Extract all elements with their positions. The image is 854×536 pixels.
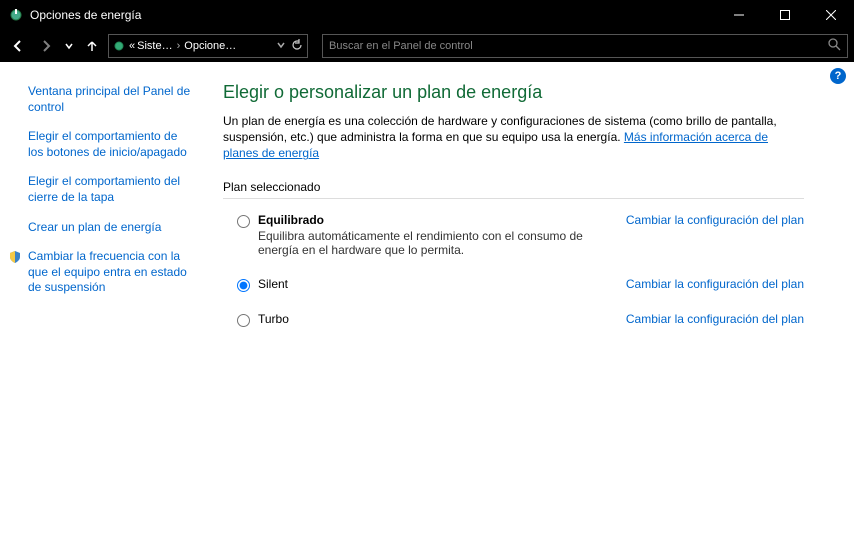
sidebar-power-buttons[interactable]: Elegir el comportamiento de los botones … (28, 129, 191, 160)
window-title: Opciones de energía (30, 8, 716, 22)
plan-radio-turbo[interactable] (237, 314, 250, 327)
plan-name[interactable]: Equilibrado (258, 213, 324, 227)
forward-button[interactable] (34, 34, 58, 58)
content-area: ? Ventana principal del Panel de control… (0, 62, 854, 536)
page-description: Un plan de energía es una colección de h… (223, 113, 804, 162)
change-plan-link[interactable]: Cambiar la configuración del plan (626, 277, 804, 291)
sidebar: Ventana principal del Panel de control E… (0, 62, 205, 536)
sidebar-lid-close[interactable]: Elegir el comportamiento del cierre de l… (28, 174, 191, 205)
power-options-icon (8, 7, 24, 23)
back-button[interactable] (6, 34, 30, 58)
close-button[interactable] (808, 0, 854, 30)
maximize-button[interactable] (762, 0, 808, 30)
breadcrumb-prefix: « (129, 40, 135, 52)
sidebar-sleep-frequency[interactable]: Cambiar la frecuencia con la que el equi… (28, 249, 191, 296)
titlebar: Opciones de energía (0, 0, 854, 30)
main-panel: Elegir o personalizar un plan de energía… (205, 62, 854, 536)
plan-equilibrado: Equilibrado Cambiar la configuración del… (223, 209, 804, 273)
plan-group-label: Plan seleccionado (223, 180, 804, 199)
plan-description: Equilibra automáticamente el rendimiento… (258, 229, 618, 257)
breadcrumb-system[interactable]: Siste… (137, 40, 172, 52)
window-controls (716, 0, 854, 30)
address-bar[interactable]: « Siste… › Opcione… (108, 34, 308, 58)
help-icon[interactable]: ? (830, 68, 846, 84)
search-bar[interactable] (322, 34, 848, 58)
chevron-right-icon[interactable]: › (175, 40, 183, 52)
plan-silent: Silent Cambiar la configuración del plan (223, 273, 804, 308)
address-dropdown-icon[interactable] (277, 40, 285, 52)
control-panel-icon (113, 40, 127, 52)
page-heading: Elegir o personalizar un plan de energía (223, 82, 804, 103)
search-icon[interactable] (828, 38, 841, 54)
sidebar-main-panel[interactable]: Ventana principal del Panel de control (28, 84, 191, 115)
search-input[interactable] (329, 40, 828, 52)
up-button[interactable] (80, 34, 104, 58)
change-plan-link[interactable]: Cambiar la configuración del plan (626, 213, 804, 227)
minimize-button[interactable] (716, 0, 762, 30)
navbar: « Siste… › Opcione… (0, 30, 854, 62)
plan-radio-silent[interactable] (237, 279, 250, 292)
plan-name[interactable]: Turbo (258, 312, 289, 326)
plan-turbo: Turbo Cambiar la configuración del plan (223, 308, 804, 343)
change-plan-link[interactable]: Cambiar la configuración del plan (626, 312, 804, 326)
sidebar-create-plan[interactable]: Crear un plan de energía (28, 220, 191, 236)
breadcrumb-power-options[interactable]: Opcione… (184, 40, 236, 52)
plan-name[interactable]: Silent (258, 277, 288, 291)
plan-radio-equilibrado[interactable] (237, 215, 250, 228)
recent-dropdown-icon[interactable] (62, 34, 76, 58)
refresh-icon[interactable] (291, 39, 303, 54)
shield-icon (8, 250, 22, 264)
